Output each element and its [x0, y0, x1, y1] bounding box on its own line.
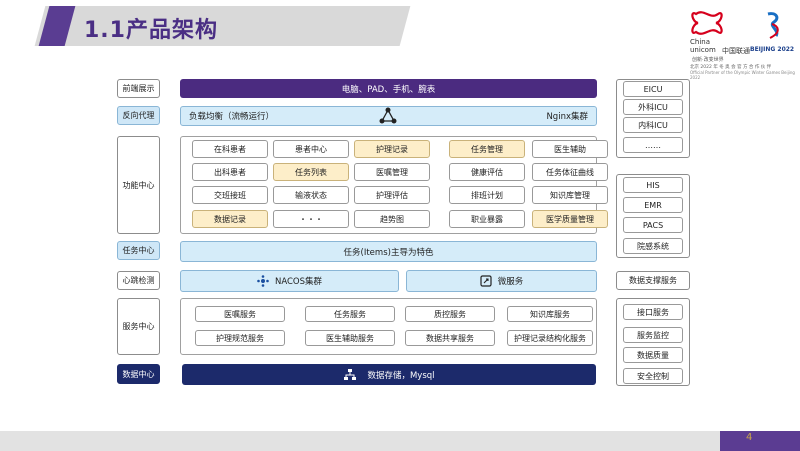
- logo-slogan: 创新·改变世界: [692, 57, 724, 63]
- label-frontend: 前端展示: [117, 79, 160, 98]
- label-function: 功能中心: [117, 136, 160, 234]
- function-cell: ・・・: [273, 210, 349, 228]
- service-cell: 质控服务: [405, 306, 495, 322]
- service-cell: 护理记录结构化服务: [507, 330, 593, 346]
- microservice-label: 微服务: [497, 277, 524, 287]
- logo-text-cn: 中国联通: [722, 47, 750, 55]
- logo-partner-en: Official Partner of the Olympic Winter G…: [690, 70, 795, 80]
- task-description: 任务(Items)主导为特色: [343, 247, 434, 258]
- label-data: 数据中心: [117, 364, 160, 384]
- system-cell: PACS: [623, 217, 683, 233]
- service-cell: 任务服务: [305, 306, 395, 322]
- footer-accent: [720, 431, 800, 451]
- system-cell: HIS: [623, 177, 683, 193]
- label-task: 任务中心: [117, 241, 160, 260]
- logo-text-unicom: unicom: [690, 46, 716, 54]
- function-cell: 任务管理: [449, 140, 525, 158]
- logo: China unicom 中国联通 创新·改变世界 BEIJING 2022 北…: [690, 8, 800, 80]
- data-support-box: 数据支撑服务: [616, 271, 690, 290]
- service-cell: 知识库服务: [507, 306, 593, 322]
- function-cell: 出科患者: [192, 163, 268, 181]
- icu-cell: 外科ICU: [623, 99, 683, 115]
- service-cell: 数据共享服务: [405, 330, 495, 346]
- olympic-label: BEIJING 2022: [750, 46, 795, 53]
- icu-cell: 内科ICU: [623, 117, 683, 133]
- system-cell: EMR: [623, 197, 683, 213]
- function-cell: 任务体征曲线: [532, 163, 608, 181]
- page-number: 4: [746, 432, 753, 443]
- function-cell: 趋势图: [354, 210, 430, 228]
- task-bar: 任务(Items)主导为特色: [180, 241, 597, 262]
- page-title: 1.1产品架构: [84, 18, 218, 43]
- system-cell: 院感系统: [623, 238, 683, 254]
- ops-cell: 服务监控: [623, 327, 683, 343]
- beijing-2022-emblem-icon: [767, 12, 779, 39]
- function-cell: 排班计划: [449, 186, 525, 204]
- ops-cell: 安全控制: [623, 368, 683, 384]
- icu-cell: EICU: [623, 81, 683, 97]
- function-cell: 职业暴露: [449, 210, 525, 228]
- function-cell: 医嘱管理: [354, 163, 430, 181]
- logo-text-china: China: [690, 38, 710, 46]
- china-unicom-knot-icon: [691, 11, 723, 35]
- function-cell: 患者中心: [273, 140, 349, 158]
- function-cell: 任务列表: [273, 163, 349, 181]
- network-nodes-icon: [379, 107, 397, 124]
- label-service: 服务中心: [117, 298, 160, 355]
- nacos-bar: NACOS集群: [180, 270, 399, 292]
- database-network-icon: [344, 368, 357, 380]
- microservice-bar: 微服务: [406, 270, 597, 292]
- function-cell: 交班接班: [192, 186, 268, 204]
- function-cell: 在科患者: [192, 140, 268, 158]
- microservice-icon: [480, 275, 492, 287]
- nacos-icon: [257, 275, 269, 287]
- footer-bar: [0, 431, 720, 451]
- service-cell: 护理规范服务: [195, 330, 285, 346]
- service-cell: 医生辅助服务: [305, 330, 395, 346]
- nginx-cluster: Nginx集群: [546, 112, 588, 122]
- ops-cell: 接口服务: [623, 304, 683, 320]
- function-cell: 输液状态: [273, 186, 349, 204]
- function-cell: 健康评估: [449, 163, 525, 181]
- function-cell: 护理记录: [354, 140, 430, 158]
- function-cell: 数据记录: [192, 210, 268, 228]
- function-cell: 护理评估: [354, 186, 430, 204]
- data-bar: 数据存储，Mysql: [182, 364, 596, 385]
- proxy-load-balance: 负载均衡（流畅运行）: [189, 112, 275, 122]
- function-cell: 医生辅助: [532, 140, 608, 158]
- function-cell: 医学质量管理: [532, 210, 608, 228]
- data-storage-label: 数据存储，Mysql: [367, 370, 435, 381]
- label-heartbeat: 心跳检测: [117, 271, 160, 290]
- nacos-label: NACOS集群: [274, 277, 323, 287]
- label-proxy: 反向代理: [117, 106, 160, 125]
- ops-cell: 数据质量: [623, 347, 683, 363]
- frontend-devices: 电脑、PAD、手机、腕表: [341, 84, 436, 95]
- function-cell: 知识库管理: [532, 186, 608, 204]
- frontend-bar: 电脑、PAD、手机、腕表: [180, 79, 597, 98]
- service-cell: 医嘱服务: [195, 306, 285, 322]
- data-support-label: 数据支撑服务: [629, 276, 677, 285]
- icu-cell: ……: [623, 137, 683, 153]
- proxy-right: Nginx集群: [546, 110, 588, 122]
